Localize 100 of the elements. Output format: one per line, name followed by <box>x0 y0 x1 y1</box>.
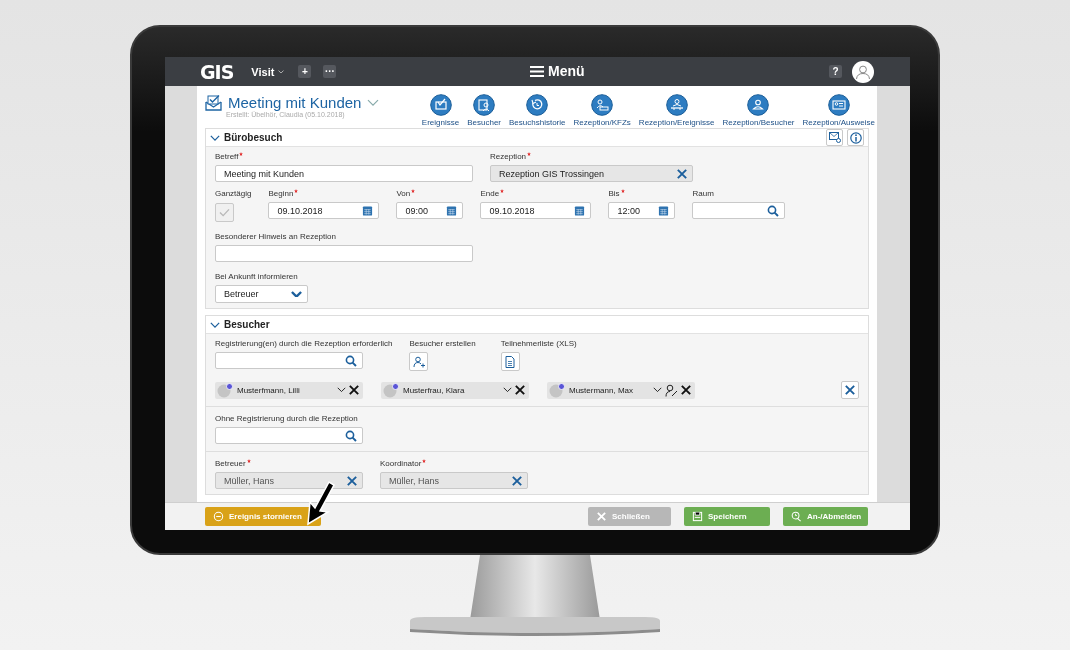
avatar-icon <box>217 382 234 398</box>
nav-button[interactable]: Rezeption/Ereignisse <box>638 94 715 127</box>
reception-field[interactable]: Rezeption GIS Trossingen <box>490 165 693 182</box>
close-icon <box>677 168 687 179</box>
logo: GIS <box>200 60 234 83</box>
person-field[interactable]: Müller, Hans <box>215 472 363 489</box>
envelope-check-icon <box>205 94 222 111</box>
remove-icon <box>349 385 359 395</box>
caret-icon <box>278 69 285 74</box>
visitor-chip[interactable]: Musterfrau, Klara <box>381 381 529 399</box>
history-icon <box>526 94 549 116</box>
nav-button[interactable]: Besuchshistorie <box>509 94 566 127</box>
checkbox[interactable] <box>215 203 234 222</box>
date-field[interactable]: 09.10.2018 <box>480 202 592 219</box>
cancel-icon <box>213 511 224 522</box>
section-title: Bürobesuch <box>224 132 284 143</box>
add-visitor-button[interactable] <box>409 352 429 371</box>
text-field[interactable]: Meeting mit Kunden <box>215 165 473 182</box>
avatar-icon <box>383 382 400 398</box>
field-label: Betreff <box>215 152 239 161</box>
nav-button[interactable]: Ereignisse <box>421 94 460 127</box>
required-mark-icon <box>422 459 427 463</box>
remove-icon <box>681 385 691 395</box>
nav-button[interactable]: Besucher <box>467 94 501 127</box>
field-label: Ohne Registrierung durch die Rezeption <box>215 414 358 423</box>
time-field[interactable]: 12:00 <box>608 202 676 219</box>
field-label: Registrierung(en) durch die Rezeption erforderlich <box>215 339 393 348</box>
person-field[interactable]: Müller, Hans <box>380 472 528 489</box>
calendar-icon <box>574 205 586 216</box>
chevron-down-icon <box>210 321 220 328</box>
menu-icon <box>530 65 544 77</box>
more-button[interactable]: ··· <box>323 65 337 78</box>
nav-button[interactable]: Rezeption/KFZs <box>573 94 631 127</box>
search-field[interactable] <box>692 202 786 219</box>
field-label: Teilnehmerliste (XLS) <box>500 339 577 348</box>
required-mark-icon <box>246 459 251 463</box>
calendar-icon <box>446 205 458 216</box>
calendar-icon <box>362 205 374 216</box>
required-mark-icon <box>294 189 299 193</box>
close-icon <box>512 475 522 486</box>
field-label: Bis <box>608 189 620 198</box>
menu-button[interactable]: Menü <box>530 63 585 79</box>
chevron-down-icon <box>210 134 220 141</box>
field-label: Besucher erstellen <box>409 339 476 348</box>
close-icon <box>347 475 357 486</box>
person-icon <box>855 63 871 80</box>
help-button[interactable]: ? <box>829 65 842 78</box>
visitor-chip[interactable]: Mustermann, Max <box>547 381 695 399</box>
required-mark-icon <box>527 152 532 156</box>
required-mark-icon <box>411 189 416 193</box>
search-icon <box>345 429 357 442</box>
chevron-down-icon <box>367 98 380 107</box>
edit-person-icon <box>665 383 678 397</box>
nav-button[interactable]: Rezeption/Ausweise <box>802 94 875 127</box>
chevron-down-icon <box>337 387 346 393</box>
person-icon <box>747 94 770 116</box>
event-title: Meeting mit Kunden <box>228 94 362 111</box>
field-label: Ganztägig <box>215 189 252 198</box>
close-icon <box>845 385 855 395</box>
date-field[interactable]: 09.10.2018 <box>268 202 380 219</box>
search-icon <box>345 354 357 367</box>
field-label: Koordinator <box>380 459 422 468</box>
text-field[interactable] <box>215 245 473 262</box>
field-label: Beginn <box>268 189 294 198</box>
time-field[interactable]: 09:00 <box>396 202 464 219</box>
person-card-icon <box>473 94 496 116</box>
chevron-down-icon <box>291 290 302 298</box>
field-label: Betreuer <box>215 459 246 468</box>
required-mark-icon <box>620 189 625 193</box>
add-button[interactable]: + <box>298 65 312 78</box>
visitor-chip[interactable]: Musterfmann, Lilli <box>215 381 363 399</box>
avatar[interactable] <box>852 60 874 83</box>
check-icon <box>219 208 230 217</box>
save-icon <box>692 511 703 522</box>
required-mark-icon <box>239 152 244 156</box>
search-field[interactable] <box>215 352 363 369</box>
document-icon <box>505 355 516 368</box>
clear-all-button[interactable] <box>841 381 859 399</box>
chevron-down-icon <box>653 387 662 393</box>
search-field[interactable] <box>215 427 363 444</box>
dropdown[interactable]: Betreuer <box>215 285 308 303</box>
chevron-down-icon <box>503 387 512 393</box>
avatar-icon <box>549 382 566 398</box>
info-button[interactable] <box>847 129 864 146</box>
tag-clock-icon <box>791 511 802 522</box>
field-label: Besonderer Hinweis an Rezeption <box>215 232 336 241</box>
envelope-gear-icon <box>828 132 841 143</box>
calendar-icon <box>658 205 670 216</box>
required-mark-icon <box>500 189 505 193</box>
field-label: Rezeption <box>490 152 527 161</box>
app-menu[interactable]: Visit <box>251 65 285 78</box>
envelope-check-icon <box>429 94 452 116</box>
field-label: Raum <box>692 189 714 198</box>
field-label: Bei Ankunft informieren <box>215 272 298 281</box>
field-label: Ende <box>480 189 500 198</box>
close-icon <box>596 511 607 522</box>
participant-list-button[interactable] <box>500 352 520 371</box>
settings-button[interactable] <box>826 129 843 146</box>
nav-button[interactable]: Rezeption/Besucher <box>722 94 795 127</box>
add-person-icon <box>412 355 425 368</box>
